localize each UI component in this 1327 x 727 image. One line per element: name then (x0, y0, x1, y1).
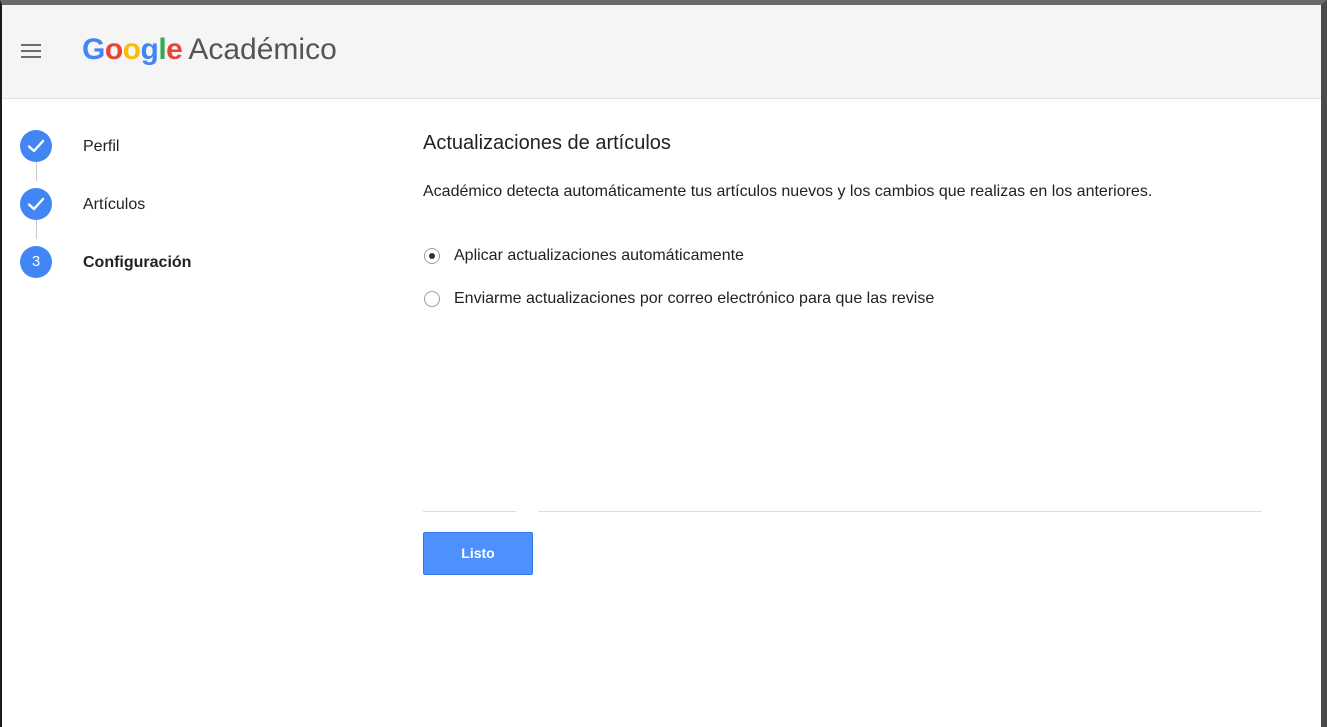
logo-google-wordmark: Google (82, 33, 183, 66)
step-articles[interactable]: Artículos (20, 188, 380, 222)
menu-icon[interactable] (21, 42, 41, 60)
step-settings[interactable]: 3 Configuración (20, 246, 380, 280)
top-bar: Google Académico (2, 5, 1321, 99)
section-title: Actualizaciones de artículos (423, 132, 671, 154)
radio-button[interactable] (424, 248, 440, 264)
divider (538, 511, 1262, 512)
step-connector (36, 162, 37, 181)
step-label: Configuración (83, 254, 192, 271)
google-scholar-logo[interactable]: Google Académico (82, 30, 337, 70)
radio-label: Enviarme actualizaciones por correo elec… (454, 290, 935, 307)
logo-product-name: Académico (188, 33, 337, 66)
radio-button[interactable] (424, 291, 440, 307)
step-number-badge: 3 (20, 246, 52, 278)
step-connector (36, 220, 37, 239)
setup-stepper: Perfil Artículos 3 Configuración (2, 98, 402, 348)
step-profile[interactable]: Perfil (20, 130, 380, 164)
section-description: Académico detecta automáticamente tus ar… (423, 183, 1153, 200)
done-button[interactable]: Listo (423, 532, 533, 575)
step-label: Perfil (83, 138, 120, 155)
app-window: Google Académico Perfil Artículos 3 Confi… (0, 0, 1327, 727)
check-icon (20, 130, 52, 162)
step-label: Artículos (83, 196, 146, 213)
radio-label: Aplicar actualizaciones automáticamente (454, 247, 744, 264)
check-icon (20, 188, 52, 220)
divider (423, 511, 516, 512)
